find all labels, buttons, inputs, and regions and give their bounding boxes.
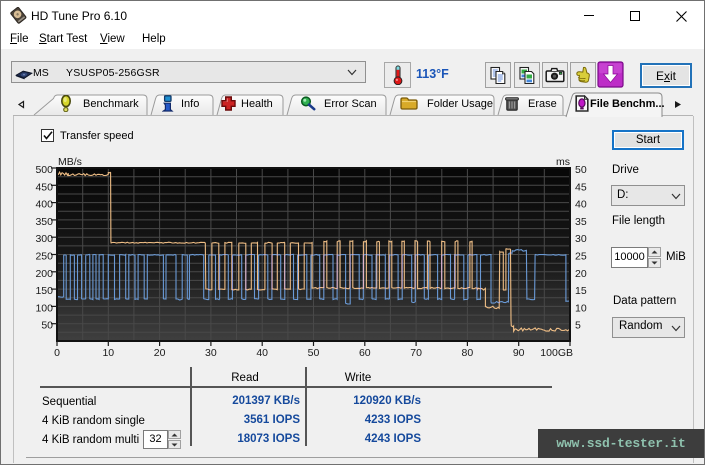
svg-text:35: 35 — [575, 216, 587, 228]
svg-text:50: 50 — [308, 347, 320, 359]
svg-text:MB/s: MB/s — [58, 156, 82, 168]
svg-text:40: 40 — [575, 199, 587, 211]
svg-text:50: 50 — [575, 164, 587, 176]
svg-text:20: 20 — [154, 347, 166, 359]
svg-text:20: 20 — [575, 268, 587, 280]
svg-text:ms: ms — [556, 156, 570, 168]
svg-text:25: 25 — [575, 251, 587, 263]
svg-text:100GB: 100GB — [540, 347, 573, 359]
svg-text:150: 150 — [35, 285, 53, 297]
svg-text:30: 30 — [205, 347, 217, 359]
svg-text:250: 250 — [35, 251, 53, 263]
svg-text:10: 10 — [575, 302, 587, 314]
svg-text:15: 15 — [575, 285, 587, 297]
svg-text:30: 30 — [575, 233, 587, 245]
svg-text:45: 45 — [575, 181, 587, 193]
svg-text:500: 500 — [35, 164, 53, 176]
svg-text:0: 0 — [54, 347, 60, 359]
svg-text:300: 300 — [35, 233, 53, 245]
svg-text:50: 50 — [41, 320, 53, 332]
svg-text:200: 200 — [35, 268, 53, 280]
svg-text:400: 400 — [35, 199, 53, 211]
svg-text:5: 5 — [575, 320, 581, 332]
svg-text:350: 350 — [35, 216, 53, 228]
svg-text:100: 100 — [35, 302, 53, 314]
svg-text:60: 60 — [359, 347, 371, 359]
svg-text:80: 80 — [462, 347, 474, 359]
svg-text:40: 40 — [256, 347, 268, 359]
svg-text:450: 450 — [35, 181, 53, 193]
svg-text:70: 70 — [410, 347, 422, 359]
svg-text:90: 90 — [513, 347, 525, 359]
svg-text:10: 10 — [102, 347, 114, 359]
